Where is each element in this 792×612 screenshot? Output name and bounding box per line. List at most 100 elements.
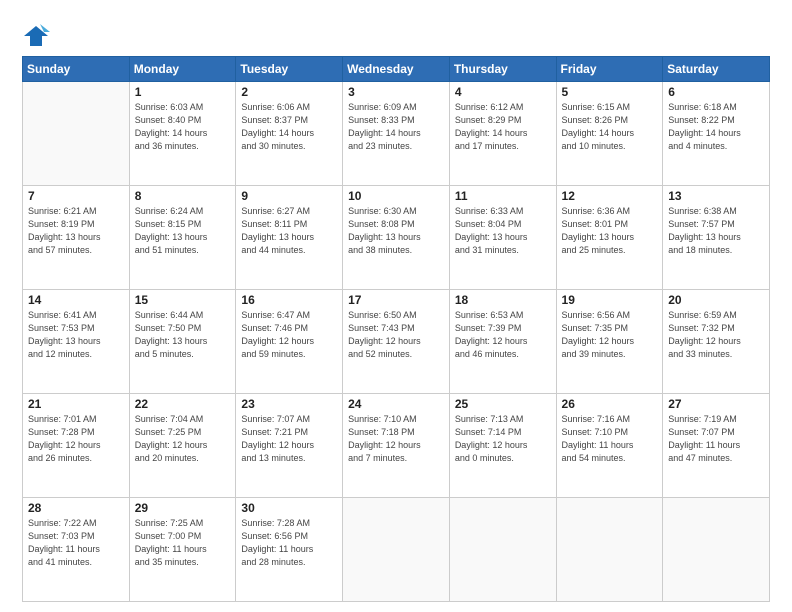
day-number: 5 xyxy=(562,85,658,99)
calendar-cell: 20 Sunrise: 6:59 AM Sunset: 7:32 PM Dayli… xyxy=(663,290,770,394)
calendar-week-row: 1 Sunrise: 6:03 AM Sunset: 8:40 PM Daylig… xyxy=(23,82,770,186)
day-info: Sunrise: 7:25 AM Sunset: 7:00 PM Dayligh… xyxy=(135,517,231,569)
calendar-cell: 30 Sunrise: 7:28 AM Sunset: 6:56 PM Dayli… xyxy=(236,498,343,602)
calendar-cell: 16 Sunrise: 6:47 AM Sunset: 7:46 PM Dayli… xyxy=(236,290,343,394)
calendar-cell: 23Sunrise: 7:07 AM Sunset: 7:21 PM Dayli… xyxy=(236,394,343,498)
day-info: Sunrise: 6:24 AM Sunset: 8:15 PM Dayligh… xyxy=(135,205,231,257)
day-info: Sunrise: 6:53 AM Sunset: 7:39 PM Dayligh… xyxy=(455,309,551,361)
day-number: 14 xyxy=(28,293,124,307)
calendar-cell: 28Sunrise: 7:22 AM Sunset: 7:03 PM Dayli… xyxy=(23,498,130,602)
day-info: Sunrise: 7:28 AM Sunset: 6:56 PM Dayligh… xyxy=(241,517,337,569)
calendar-cell xyxy=(556,498,663,602)
weekday-header-tuesday: Tuesday xyxy=(236,57,343,82)
day-number: 17 xyxy=(348,293,444,307)
day-number: 30 xyxy=(241,501,337,515)
calendar-cell: 2Sunrise: 6:06 AM Sunset: 8:37 PM Daylig… xyxy=(236,82,343,186)
weekday-header-saturday: Saturday xyxy=(663,57,770,82)
page: SundayMondayTuesdayWednesdayThursdayFrid… xyxy=(0,0,792,612)
day-info: Sunrise: 7:04 AM Sunset: 7:25 PM Dayligh… xyxy=(135,413,231,465)
calendar-week-row: 7 Sunrise: 6:21 AM Sunset: 8:19 PM Daylig… xyxy=(23,186,770,290)
calendar-cell: 27Sunrise: 7:19 AM Sunset: 7:07 PM Dayli… xyxy=(663,394,770,498)
weekday-header-wednesday: Wednesday xyxy=(343,57,450,82)
day-info: Sunrise: 6:59 AM Sunset: 7:32 PM Dayligh… xyxy=(668,309,764,361)
day-info: Sunrise: 6:33 AM Sunset: 8:04 PM Dayligh… xyxy=(455,205,551,257)
calendar-cell: 9 Sunrise: 6:27 AM Sunset: 8:11 PM Daylig… xyxy=(236,186,343,290)
day-number: 2 xyxy=(241,85,337,99)
calendar-cell: 12 Sunrise: 6:36 AM Sunset: 8:01 PM Dayli… xyxy=(556,186,663,290)
calendar-week-row: 21Sunrise: 7:01 AM Sunset: 7:28 PM Dayli… xyxy=(23,394,770,498)
day-info: Sunrise: 7:22 AM Sunset: 7:03 PM Dayligh… xyxy=(28,517,124,569)
calendar-cell xyxy=(663,498,770,602)
day-info: Sunrise: 6:09 AM Sunset: 8:33 PM Dayligh… xyxy=(348,101,444,153)
calendar-cell: 8 Sunrise: 6:24 AM Sunset: 8:15 PM Daylig… xyxy=(129,186,236,290)
calendar-cell: 24 Sunrise: 7:10 AM Sunset: 7:18 PM Dayli… xyxy=(343,394,450,498)
day-number: 15 xyxy=(135,293,231,307)
day-info: Sunrise: 6:50 AM Sunset: 7:43 PM Dayligh… xyxy=(348,309,444,361)
day-info: Sunrise: 6:18 AM Sunset: 8:22 PM Dayligh… xyxy=(668,101,764,153)
day-number: 27 xyxy=(668,397,764,411)
day-number: 9 xyxy=(241,189,337,203)
day-info: Sunrise: 7:13 AM Sunset: 7:14 PM Dayligh… xyxy=(455,413,551,465)
calendar-cell: 15 Sunrise: 6:44 AM Sunset: 7:50 PM Dayli… xyxy=(129,290,236,394)
day-number: 13 xyxy=(668,189,764,203)
day-number: 26 xyxy=(562,397,658,411)
day-number: 8 xyxy=(135,189,231,203)
day-info: Sunrise: 6:38 AM Sunset: 7:57 PM Dayligh… xyxy=(668,205,764,257)
day-info: Sunrise: 6:21 AM Sunset: 8:19 PM Dayligh… xyxy=(28,205,124,257)
day-number: 4 xyxy=(455,85,551,99)
day-info: Sunrise: 6:30 AM Sunset: 8:08 PM Dayligh… xyxy=(348,205,444,257)
day-number: 3 xyxy=(348,85,444,99)
day-info: Sunrise: 7:01 AM Sunset: 7:28 PM Dayligh… xyxy=(28,413,124,465)
weekday-header-thursday: Thursday xyxy=(449,57,556,82)
day-number: 6 xyxy=(668,85,764,99)
day-number: 19 xyxy=(562,293,658,307)
day-info: Sunrise: 7:16 AM Sunset: 7:10 PM Dayligh… xyxy=(562,413,658,465)
calendar-cell: 7 Sunrise: 6:21 AM Sunset: 8:19 PM Daylig… xyxy=(23,186,130,290)
day-number: 16 xyxy=(241,293,337,307)
day-number: 24 xyxy=(348,397,444,411)
calendar-cell: 18 Sunrise: 6:53 AM Sunset: 7:39 PM Dayli… xyxy=(449,290,556,394)
calendar-cell: 25 Sunrise: 7:13 AM Sunset: 7:14 PM Dayli… xyxy=(449,394,556,498)
logo-icon xyxy=(22,22,50,50)
day-info: Sunrise: 6:47 AM Sunset: 7:46 PM Dayligh… xyxy=(241,309,337,361)
day-info: Sunrise: 7:10 AM Sunset: 7:18 PM Dayligh… xyxy=(348,413,444,465)
day-number: 10 xyxy=(348,189,444,203)
calendar-cell xyxy=(449,498,556,602)
day-info: Sunrise: 6:27 AM Sunset: 8:11 PM Dayligh… xyxy=(241,205,337,257)
day-info: Sunrise: 6:03 AM Sunset: 8:40 PM Dayligh… xyxy=(135,101,231,153)
day-info: Sunrise: 6:44 AM Sunset: 7:50 PM Dayligh… xyxy=(135,309,231,361)
day-number: 1 xyxy=(135,85,231,99)
calendar-cell: 10 Sunrise: 6:30 AM Sunset: 8:08 PM Dayli… xyxy=(343,186,450,290)
day-number: 12 xyxy=(562,189,658,203)
calendar-cell: 6 Sunrise: 6:18 AM Sunset: 8:22 PM Daylig… xyxy=(663,82,770,186)
calendar-cell xyxy=(343,498,450,602)
calendar-cell: 11Sunrise: 6:33 AM Sunset: 8:04 PM Dayli… xyxy=(449,186,556,290)
calendar-cell: 29 Sunrise: 7:25 AM Sunset: 7:00 PM Dayli… xyxy=(129,498,236,602)
day-number: 25 xyxy=(455,397,551,411)
calendar-cell xyxy=(23,82,130,186)
calendar-cell: 26 Sunrise: 7:16 AM Sunset: 7:10 PM Dayli… xyxy=(556,394,663,498)
calendar-week-row: 28Sunrise: 7:22 AM Sunset: 7:03 PM Dayli… xyxy=(23,498,770,602)
calendar-cell: 21Sunrise: 7:01 AM Sunset: 7:28 PM Dayli… xyxy=(23,394,130,498)
header xyxy=(22,18,770,50)
day-info: Sunrise: 6:36 AM Sunset: 8:01 PM Dayligh… xyxy=(562,205,658,257)
day-number: 29 xyxy=(135,501,231,515)
day-number: 23 xyxy=(241,397,337,411)
day-info: Sunrise: 6:56 AM Sunset: 7:35 PM Dayligh… xyxy=(562,309,658,361)
calendar-cell: 3 Sunrise: 6:09 AM Sunset: 8:33 PM Daylig… xyxy=(343,82,450,186)
logo xyxy=(22,22,54,50)
weekday-header-row: SundayMondayTuesdayWednesdayThursdayFrid… xyxy=(23,57,770,82)
day-number: 7 xyxy=(28,189,124,203)
day-number: 18 xyxy=(455,293,551,307)
calendar-cell: 4 Sunrise: 6:12 AM Sunset: 8:29 PM Daylig… xyxy=(449,82,556,186)
calendar-cell: 14 Sunrise: 6:41 AM Sunset: 7:53 PM Dayli… xyxy=(23,290,130,394)
day-info: Sunrise: 6:41 AM Sunset: 7:53 PM Dayligh… xyxy=(28,309,124,361)
calendar-table: SundayMondayTuesdayWednesdayThursdayFrid… xyxy=(22,56,770,602)
day-number: 20 xyxy=(668,293,764,307)
day-info: Sunrise: 6:12 AM Sunset: 8:29 PM Dayligh… xyxy=(455,101,551,153)
calendar-cell: 13 Sunrise: 6:38 AM Sunset: 7:57 PM Dayli… xyxy=(663,186,770,290)
calendar-cell: 22Sunrise: 7:04 AM Sunset: 7:25 PM Dayli… xyxy=(129,394,236,498)
weekday-header-friday: Friday xyxy=(556,57,663,82)
weekday-header-monday: Monday xyxy=(129,57,236,82)
calendar-cell: 19 Sunrise: 6:56 AM Sunset: 7:35 PM Dayli… xyxy=(556,290,663,394)
